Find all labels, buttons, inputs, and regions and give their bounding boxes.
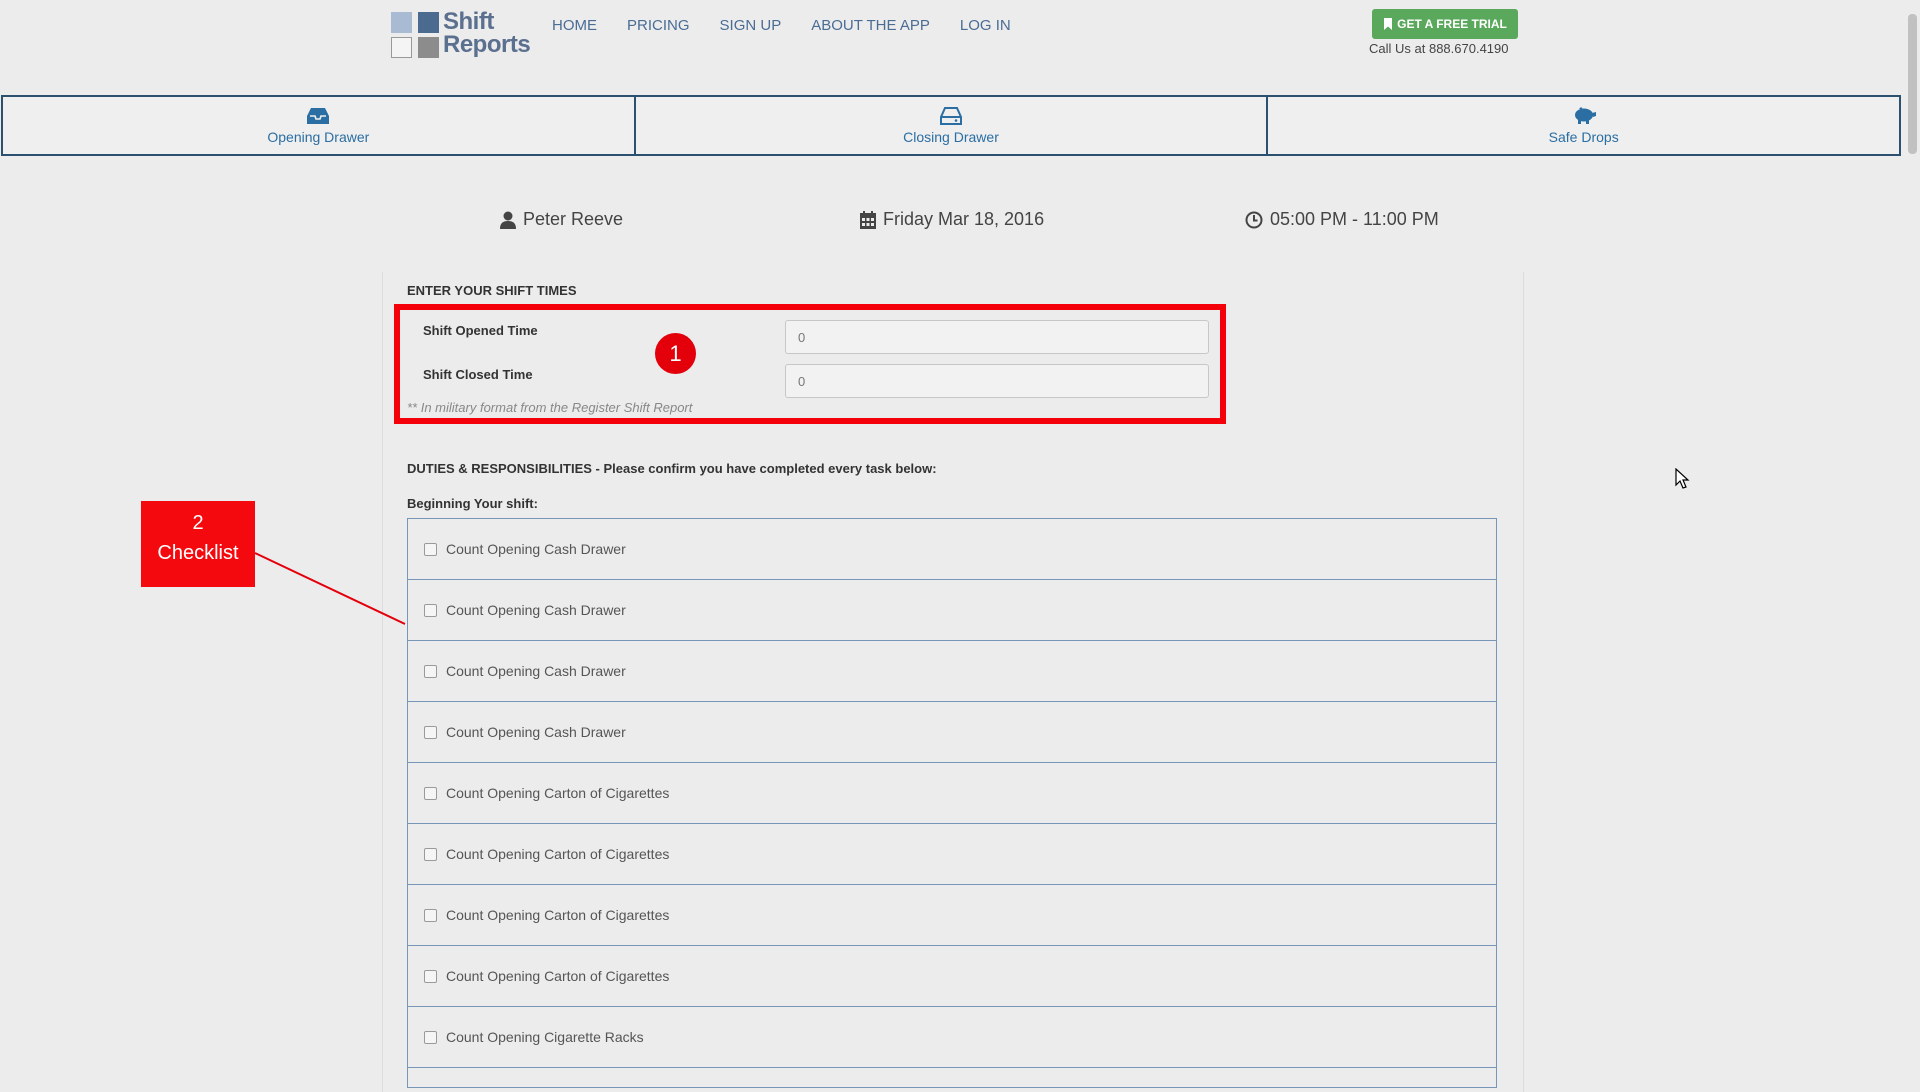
callout-pointer-line: [254, 552, 406, 625]
page-scrollbar[interactable]: [1905, 0, 1920, 1080]
mouse-cursor-icon: [1675, 468, 1690, 489]
scrollbar-thumb[interactable]: [1908, 14, 1917, 154]
